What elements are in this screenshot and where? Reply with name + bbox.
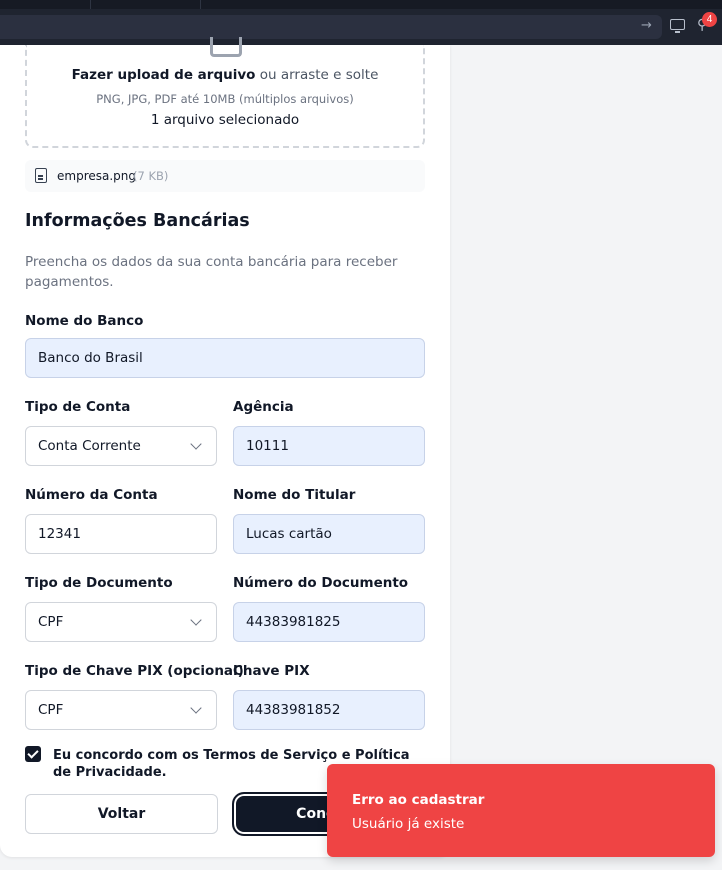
section-title: Informações Bancárias	[25, 211, 250, 231]
document-number-label: Número do Documento	[233, 575, 409, 591]
document-type-label: Tipo de Documento	[25, 575, 173, 591]
error-toast[interactable]: Erro ao cadastrar Usuário já existe	[327, 764, 715, 857]
account-number-input[interactable]: 12341	[25, 514, 217, 554]
section-description: Preencha os dados da sua conta bancária …	[25, 254, 398, 290]
account-type-select[interactable]: Conta Corrente	[25, 426, 217, 466]
registration-card: Fazer upload de arquivo ou arraste e sol…	[0, 37, 450, 857]
holder-name-value: Lucas cartão	[246, 526, 332, 542]
pix-type-value: CPF	[38, 702, 64, 718]
pix-type-label: Tipo de Chave PIX (opcional)	[25, 663, 244, 679]
notification-badge: 4	[702, 12, 717, 27]
file-icon	[35, 168, 47, 183]
chevron-down-icon	[190, 702, 202, 714]
bank-name-value: Banco do Brasil	[38, 350, 143, 366]
file-size: (7 KB)	[133, 169, 169, 183]
pix-key-input[interactable]: 44383981852	[233, 690, 425, 730]
account-type-label: Tipo de Conta	[25, 399, 131, 415]
bank-name-label: Nome do Banco	[25, 313, 144, 329]
chevron-down-icon	[190, 614, 202, 626]
file-name: empresa.png	[57, 169, 137, 183]
upload-icon	[210, 37, 242, 57]
account-type-value: Conta Corrente	[38, 438, 141, 454]
account-number-label: Número da Conta	[25, 487, 158, 503]
upload-link[interactable]: Fazer upload de arquivo	[72, 67, 256, 83]
pix-type-select[interactable]: CPF	[25, 690, 217, 730]
document-number-value: 44383981825	[246, 614, 341, 630]
monitor-icon[interactable]	[670, 19, 685, 33]
selected-file: empresa.png (7 KB)	[25, 160, 425, 192]
document-type-value: CPF	[38, 614, 64, 630]
holder-name-label: Nome do Titular	[233, 487, 356, 503]
account-number-value: 12341	[38, 526, 81, 542]
document-number-input[interactable]: 44383981825	[233, 602, 425, 642]
drag-text: ou arraste e solte	[255, 67, 379, 83]
upload-instructions: Fazer upload de arquivo ou arraste e sol…	[27, 67, 423, 83]
agency-label: Agência	[233, 399, 294, 415]
file-dropzone[interactable]: Fazer upload de arquivo ou arraste e sol…	[25, 37, 425, 148]
tab-divider	[200, 0, 201, 9]
tab-strip	[0, 0, 722, 9]
agency-value: 10111	[246, 438, 289, 454]
agency-input[interactable]: 10111	[233, 426, 425, 466]
tab-divider	[90, 0, 91, 9]
upload-formats: PNG, JPG, PDF até 10MB (múltiplos arquiv…	[96, 92, 354, 106]
toast-title: Erro ao cadastrar	[352, 792, 485, 808]
chevron-down-icon	[190, 438, 202, 450]
document-type-select[interactable]: CPF	[25, 602, 217, 642]
browser-toolbar: → ⚲ 4	[0, 0, 722, 45]
toast-message: Usuário já existe	[352, 816, 465, 832]
go-arrow-icon[interactable]: →	[641, 18, 652, 33]
holder-name-input[interactable]: Lucas cartão	[233, 514, 425, 554]
address-bar[interactable]	[0, 15, 662, 39]
pix-key-value: 44383981852	[246, 702, 341, 718]
pix-key-label: Chave PIX	[233, 663, 310, 679]
upload-status: 1 arquivo selecionado	[150, 112, 300, 128]
terms-checkbox[interactable]	[25, 746, 41, 762]
bank-name-input[interactable]: Banco do Brasil	[25, 338, 425, 378]
back-button[interactable]: Voltar	[25, 794, 218, 834]
